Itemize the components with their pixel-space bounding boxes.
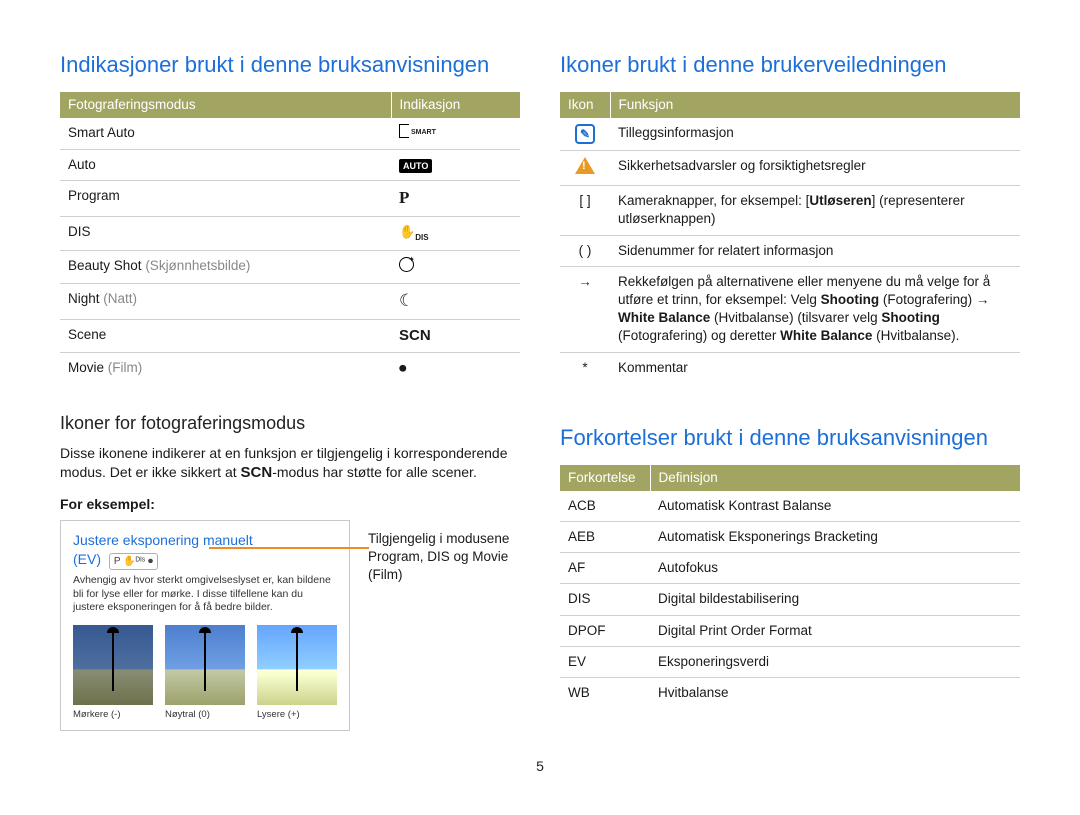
th-forkortelse: Forkortelse — [560, 465, 650, 491]
callout-text: Tilgjengelig i modusene Program, DIS og … — [368, 520, 520, 585]
table-row: Sikkerhetsadvarsler og forsiktighetsregl… — [560, 150, 1020, 185]
example-thumb: Lysere (+) — [257, 625, 337, 722]
funksjon-cell: Sikkerhetsadvarsler og forsiktighetsregl… — [610, 150, 1020, 185]
th-fotomodus: Fotograferingsmodus — [60, 92, 391, 118]
table-forkortelser: Forkortelse Definisjon ACBAutomatisk Kon… — [560, 465, 1020, 709]
table-row: Beauty Shot (Skjønnhetsbilde) — [60, 250, 520, 283]
right-column: Ikoner brukt i denne brukerveiledningen … — [560, 50, 1020, 731]
parens-icon: ( ) — [560, 235, 610, 266]
mode-cell: Movie (Film) — [60, 353, 391, 386]
thumb-label: Nøytral (0) — [165, 709, 245, 722]
abbr-key: DPOF — [560, 615, 650, 646]
heading-forkortelser: Forkortelser brukt i denne bruksanvisnin… — [560, 423, 1020, 453]
funksjon-cell: Kommentar — [610, 352, 1020, 383]
mode-cell: Auto — [60, 150, 391, 181]
night-icon: ☾ — [391, 283, 520, 319]
example-title: Justere eksponering manuelt (EV) P ✋ᴰᴵˢ … — [73, 531, 337, 570]
dis-icon: ✋ — [391, 217, 520, 250]
th-definisjon: Definisjon — [650, 465, 1020, 491]
table-row: WBHvitbalanse — [560, 678, 1020, 709]
funksjon-cell: Sidenummer for relatert informasjon — [610, 235, 1020, 266]
table-row: ProgramP — [60, 181, 520, 217]
abbr-def: Automatisk Kontrast Balanse — [650, 491, 1020, 522]
mode-cell: Smart Auto — [60, 118, 391, 150]
movie-icon: ⏺ — [391, 353, 520, 386]
for-example-label: For eksempel: — [60, 495, 520, 514]
program-icon: P — [391, 181, 520, 217]
mode-cell: DIS — [60, 217, 391, 250]
funksjon-cell: Kameraknapper, for eksempel: [Utløseren]… — [610, 186, 1020, 235]
table-row: Night (Natt)☾ — [60, 283, 520, 319]
th-indikasjon: Indikasjon — [391, 92, 520, 118]
scene-icon: SCN — [391, 319, 520, 352]
mode-chip: P ✋ᴰᴵˢ ⏺ — [109, 553, 158, 571]
table-row: ( )Sidenummer for relatert informasjon — [560, 235, 1020, 266]
table-ikoner-funksjon: Ikon Funksjon ✎TilleggsinformasjonSikker… — [560, 92, 1020, 383]
arrow-icon: → — [560, 266, 610, 352]
info-icon: ✎ — [560, 118, 610, 151]
example-box: Justere eksponering manuelt (EV) P ✋ᴰᴵˢ … — [60, 520, 350, 731]
abbr-def: Autofokus — [650, 553, 1020, 584]
abbr-def: Automatisk Eksponerings Bracketing — [650, 522, 1020, 553]
beauty-shot-icon — [391, 250, 520, 283]
abbr-key: EV — [560, 646, 650, 677]
table-row: Movie (Film)⏺ — [60, 353, 520, 386]
thumb-image — [73, 625, 153, 705]
table-row: [ ]Kameraknapper, for eksempel: [Utløser… — [560, 186, 1020, 235]
mode-cell: Beauty Shot (Skjønnhetsbilde) — [60, 250, 391, 283]
mode-cell: Program — [60, 181, 391, 217]
abbr-key: WB — [560, 678, 650, 709]
funksjon-cell: Tilleggsinformasjon — [610, 118, 1020, 151]
heading-indikasjoner: Indikasjoner brukt i denne bruksanvisnin… — [60, 50, 520, 80]
example-thumb: Nøytral (0) — [165, 625, 245, 722]
brackets-icon: [ ] — [560, 186, 610, 235]
abbr-def: Digital bildestabilisering — [650, 584, 1020, 615]
warning-icon — [560, 150, 610, 185]
smart-auto-icon — [391, 118, 520, 150]
table-row: AFAutofokus — [560, 553, 1020, 584]
abbr-key: AF — [560, 553, 650, 584]
table-row: DISDigital bildestabilisering — [560, 584, 1020, 615]
thumb-label: Mørkere (-) — [73, 709, 153, 722]
auto-icon: AUTO — [391, 150, 520, 181]
table-row: DIS✋ — [60, 217, 520, 250]
table-fotograferingsmodus: Fotograferingsmodus Indikasjon Smart Aut… — [60, 92, 520, 386]
table-row: ✎Tilleggsinformasjon — [560, 118, 1020, 151]
abbr-key: AEB — [560, 522, 650, 553]
abbr-def: Hvitbalanse — [650, 678, 1020, 709]
thumb-image — [257, 625, 337, 705]
example-body-text: Avhengig av hvor sterkt omgivelseslyset … — [73, 574, 337, 615]
abbr-def: Eksponeringsverdi — [650, 646, 1020, 677]
mode-cell: Scene — [60, 319, 391, 352]
table-row: Smart Auto — [60, 118, 520, 150]
table-row: AutoAUTO — [60, 150, 520, 181]
table-row: →Rekkefølgen på alternativene eller meny… — [560, 266, 1020, 352]
table-row: EVEksponeringsverdi — [560, 646, 1020, 677]
subtext-fotomodus: Disse ikonene indikerer at en funksjon e… — [60, 444, 520, 483]
asterisk-icon: * — [560, 352, 610, 383]
subheading-ikoner-fotomodus: Ikoner for fotograferingsmodus — [60, 411, 520, 435]
heading-ikoner-veiledning: Ikoner brukt i denne brukerveiledningen — [560, 50, 1020, 80]
page-number: 5 — [60, 757, 1020, 776]
funksjon-cell: Rekkefølgen på alternativene eller menye… — [610, 266, 1020, 352]
table-row: SceneSCN — [60, 319, 520, 352]
table-row: ACBAutomatisk Kontrast Balanse — [560, 491, 1020, 522]
table-row: *Kommentar — [560, 352, 1020, 383]
th-ikon: Ikon — [560, 92, 610, 118]
table-row: DPOFDigital Print Order Format — [560, 615, 1020, 646]
thumb-image — [165, 625, 245, 705]
th-funksjon: Funksjon — [610, 92, 1020, 118]
thumb-label: Lysere (+) — [257, 709, 337, 722]
abbr-key: ACB — [560, 491, 650, 522]
example-thumb: Mørkere (-) — [73, 625, 153, 722]
left-column: Indikasjoner brukt i denne bruksanvisnin… — [60, 50, 520, 731]
abbr-key: DIS — [560, 584, 650, 615]
table-row: AEBAutomatisk Eksponerings Bracketing — [560, 522, 1020, 553]
abbr-def: Digital Print Order Format — [650, 615, 1020, 646]
mode-cell: Night (Natt) — [60, 283, 391, 319]
